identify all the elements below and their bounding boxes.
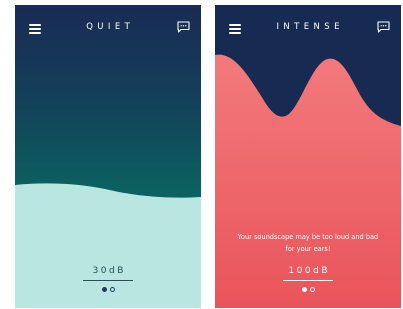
readout-underline [283, 280, 333, 282]
intense-screen: INTENSE Your soundscape may be too loud … [215, 5, 401, 308]
page-dot-inactive[interactable] [309, 287, 315, 292]
readout-underline [83, 280, 133, 282]
page-dot-active[interactable] [101, 287, 107, 292]
quiet-screen: QUIET 30dB [15, 5, 201, 308]
page-indicator[interactable] [215, 287, 401, 292]
page-dot-active[interactable] [301, 287, 307, 292]
volume-warning: Your soundscape may be too loud and bad … [237, 233, 379, 253]
decibel-readout: 100dB [288, 266, 331, 276]
intense-wave [215, 54, 401, 308]
mode-title: QUIET [86, 22, 135, 32]
chat-icon[interactable] [377, 21, 390, 33]
mode-title: INTENSE [276, 22, 344, 32]
chat-icon[interactable] [177, 21, 190, 33]
decibel-readout: 30dB [92, 266, 126, 276]
quiet-wave [15, 183, 201, 308]
page-dot-inactive[interactable] [109, 287, 115, 292]
page-indicator[interactable] [15, 287, 201, 292]
